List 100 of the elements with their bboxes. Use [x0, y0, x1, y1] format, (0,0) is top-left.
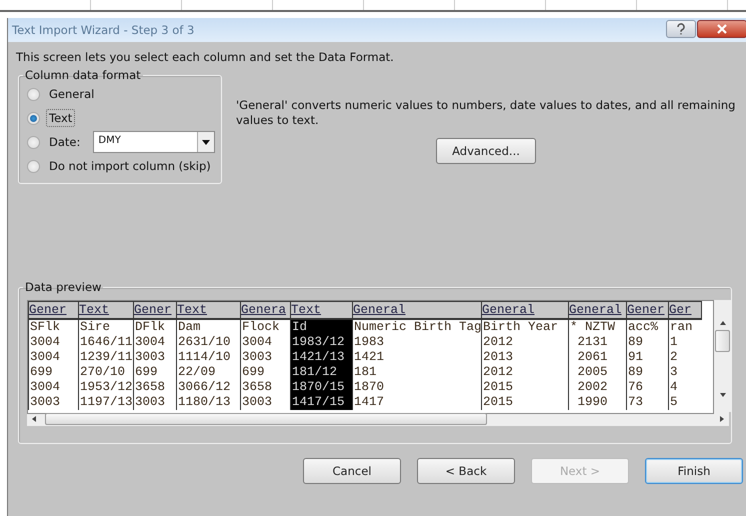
window-title: Text Import Wizard - Step 3 of 3: [12, 23, 194, 37]
table-cell: 1983: [352, 335, 482, 350]
column-format-header[interactable]: Gener: [134, 302, 176, 319]
table-cell: 2012: [482, 335, 568, 350]
column-format-header[interactable]: General: [482, 302, 568, 319]
table-cell: 2015: [482, 380, 568, 395]
table-cell: 22/09: [176, 365, 240, 380]
table-cell: 1417: [352, 395, 482, 410]
table-cell: 2002: [568, 380, 626, 395]
radio-button[interactable]: [27, 88, 40, 100]
radio-button[interactable]: [27, 112, 40, 124]
table-cell: 3: [668, 365, 702, 380]
table-cell: 181/12: [290, 365, 352, 380]
table-cell: Numeric Birth Tag: [352, 319, 482, 335]
table-cell: 2012: [482, 365, 568, 380]
table-cell: SFlk: [28, 319, 78, 335]
table-cell: 3004: [28, 350, 78, 365]
table-cell: 2061: [568, 350, 626, 365]
radio-button[interactable]: [27, 136, 40, 148]
table-cell: Dam: [176, 319, 240, 335]
column-format-header[interactable]: General: [568, 302, 626, 319]
table-cell: 2015: [482, 395, 568, 410]
table-cell: 270/10: [78, 365, 134, 380]
column-format-header[interactable]: Ger: [668, 302, 702, 319]
intro-text: This screen lets you select each column and set the Data Format.: [16, 50, 395, 66]
option-label[interactable]: General: [46, 85, 98, 103]
dropdown-arrow-icon[interactable]: [202, 140, 210, 144]
table-cell: 3003: [134, 395, 176, 410]
table-cell: 1870: [352, 380, 482, 395]
option-label[interactable]: Text: [46, 109, 76, 127]
table-cell: 1180/13: [176, 395, 240, 410]
table-cell: 1421: [352, 350, 482, 365]
table-cell: 699: [134, 365, 176, 380]
table-cell: 1953/12: [78, 380, 134, 395]
table-cell: Id: [290, 319, 352, 335]
description-text: 'General' converts numeric values to numbers, date values to dates, and all remaining values to text.: [236, 98, 736, 128]
table-cell: 2631/10: [176, 335, 240, 350]
vertical-scrollbar[interactable]: [714, 300, 731, 412]
table-cell: 89: [626, 335, 668, 350]
table-cell: 89: [626, 365, 668, 380]
table-cell: 2: [668, 350, 702, 365]
table-cell: 4: [668, 380, 702, 395]
table-cell: 1870/15: [290, 380, 352, 395]
table-cell: 699: [28, 365, 78, 380]
table-cell: 3658: [134, 380, 176, 395]
date-format-dropdown[interactable]: DMY: [93, 131, 216, 153]
table-cell: 2013: [482, 350, 568, 365]
table-cell: 5: [668, 395, 702, 410]
option-label[interactable]: Do not import column (skip): [46, 157, 214, 175]
table-cell: 73: [626, 395, 668, 410]
table-cell: 1421/13: [290, 350, 352, 365]
table-cell: ran: [668, 319, 702, 335]
table-cell: 3004: [28, 380, 78, 395]
table-cell: 1983/12: [290, 335, 352, 350]
horizontal-scrollbar[interactable]: [27, 412, 729, 426]
column-format-header[interactable]: General: [352, 302, 482, 319]
help-button[interactable]: [666, 20, 696, 38]
dialog-button[interactable]: Finish: [645, 458, 743, 484]
option-label[interactable]: Date:: [46, 133, 84, 151]
table-cell: 181: [352, 365, 482, 380]
column-format-header[interactable]: Text: [78, 302, 134, 319]
column-format-header[interactable]: Text: [176, 302, 240, 319]
scroll-thumb[interactable]: [45, 413, 487, 425]
help-icon[interactable]: [676, 23, 686, 35]
table-cell: 91: [626, 350, 668, 365]
table-cell: 1: [668, 335, 702, 350]
scroll-left-icon[interactable]: [31, 415, 37, 423]
group-title: Column data format: [24, 68, 142, 82]
group-title: Data preview: [24, 280, 102, 294]
table-cell: 2131: [568, 335, 626, 350]
dialog-button[interactable]: < Back: [417, 458, 515, 484]
table-cell: 1417/15: [290, 395, 352, 410]
scroll-up-icon[interactable]: [718, 320, 726, 326]
column-format-header[interactable]: Text: [290, 302, 352, 319]
table-cell: 76: [626, 380, 668, 395]
advanced-button[interactable]: Advanced...: [436, 138, 536, 164]
table-cell: Sire: [78, 319, 134, 335]
table-cell: 3004: [134, 335, 176, 350]
table-cell: 3066/12: [176, 380, 240, 395]
scroll-right-icon[interactable]: [719, 415, 725, 423]
table-cell: 3003: [134, 350, 176, 365]
table-cell: 2005: [568, 365, 626, 380]
table-cell: 1990: [568, 395, 626, 410]
table-cell: 3003: [28, 395, 78, 410]
table-cell: 3004: [28, 335, 78, 350]
table-cell: DFlk: [134, 319, 176, 335]
column-format-header[interactable]: Gener: [28, 302, 78, 319]
scroll-thumb[interactable]: [715, 330, 730, 352]
table-cell: * NZTW: [568, 319, 626, 335]
close-button[interactable]: [697, 20, 746, 38]
dialog-button[interactable]: Cancel: [303, 458, 401, 484]
table-cell: 1239/11: [78, 350, 134, 365]
scroll-down-icon[interactable]: [718, 392, 726, 398]
table-cell: 1197/13: [78, 395, 134, 410]
column-format-header[interactable]: Gener: [626, 302, 668, 319]
close-icon[interactable]: [716, 24, 728, 34]
table-cell: acc%: [626, 319, 668, 335]
table-cell: 1114/10: [176, 350, 240, 365]
column-format-header[interactable]: Genera: [240, 302, 290, 319]
radio-button[interactable]: [27, 160, 40, 172]
